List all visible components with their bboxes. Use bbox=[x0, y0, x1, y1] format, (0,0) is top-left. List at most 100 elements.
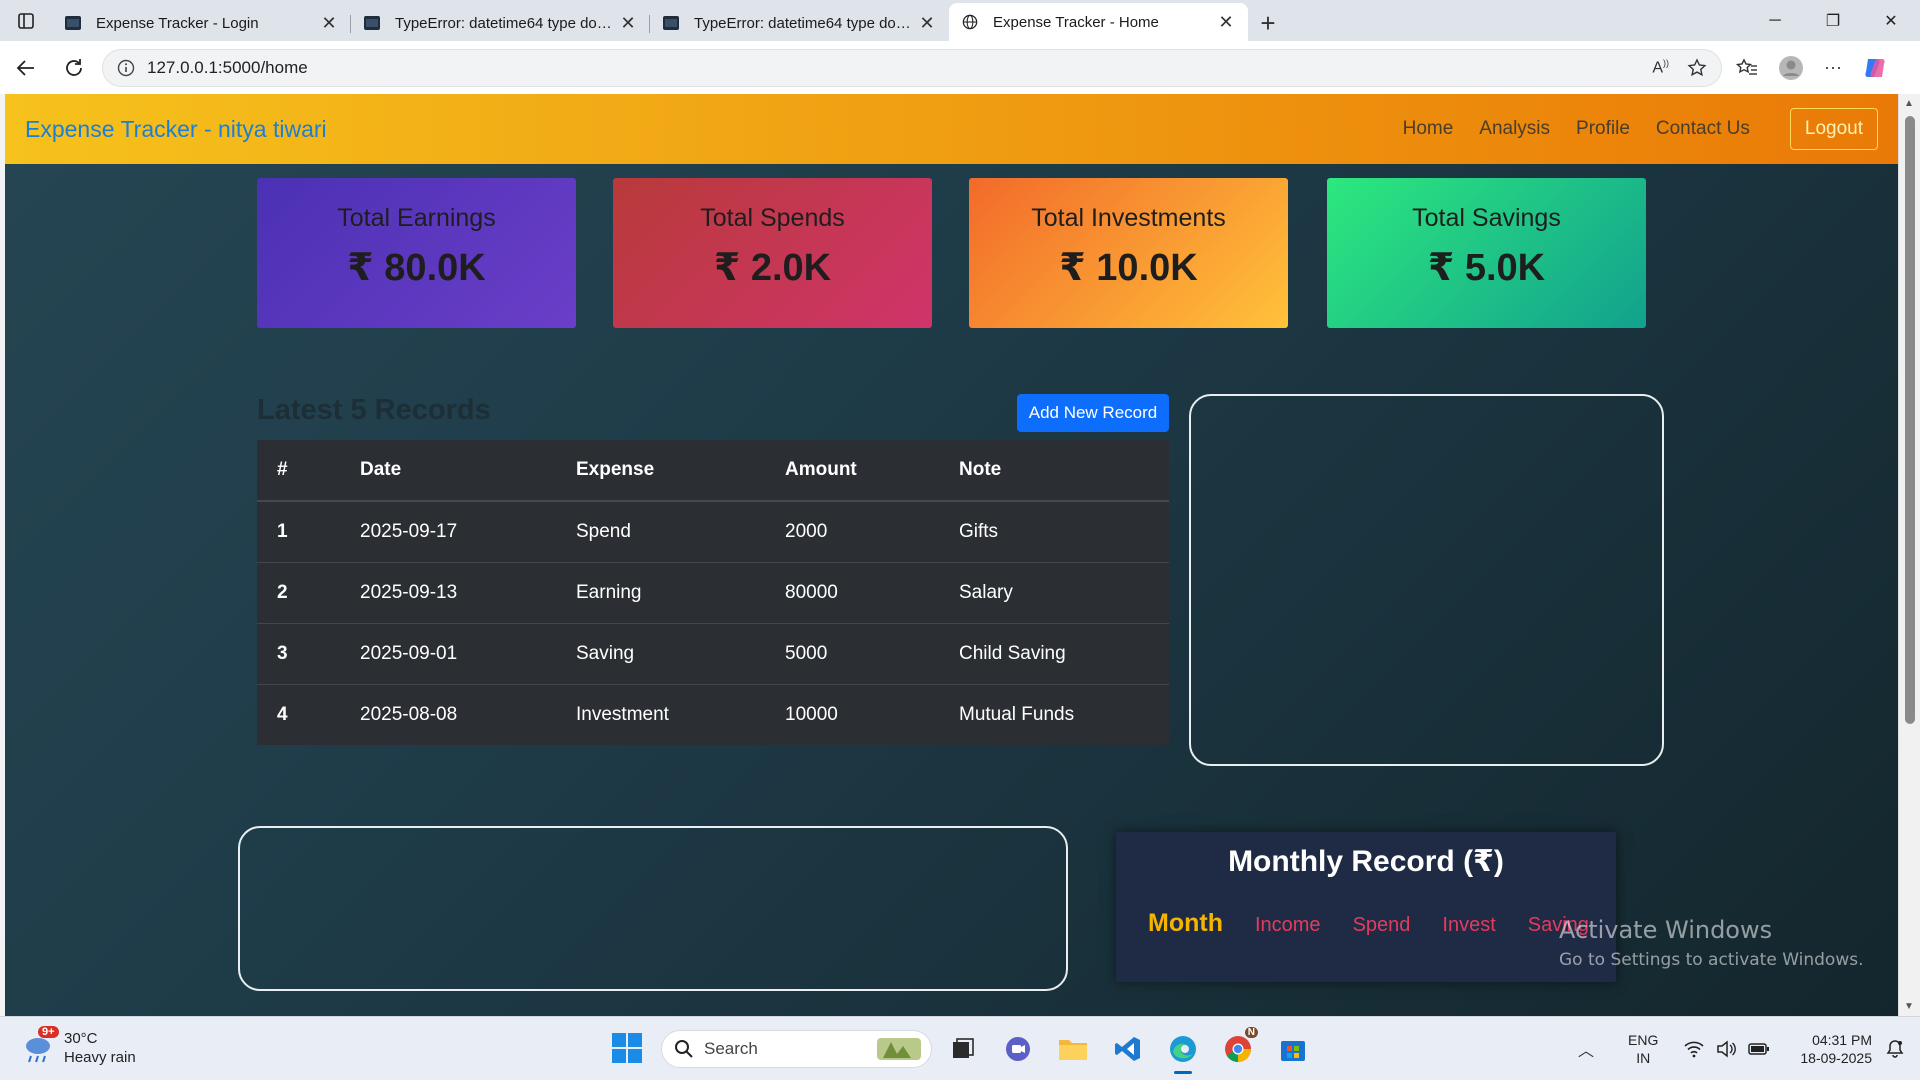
table-cell: 2025-09-01 bbox=[340, 622, 556, 684]
region-code: IN bbox=[1636, 1050, 1651, 1066]
file-explorer-app[interactable] bbox=[1055, 1031, 1091, 1067]
reload-button[interactable] bbox=[52, 48, 96, 88]
copilot-icon[interactable] bbox=[1862, 55, 1888, 81]
weather-widget[interactable]: 9+ 30°C Heavy rain bbox=[20, 1026, 136, 1067]
nav-link-analysis[interactable]: Analysis bbox=[1479, 118, 1550, 140]
card-value: ₹ 2.0K bbox=[713, 247, 832, 289]
restore-button[interactable]: ❐ bbox=[1804, 0, 1862, 41]
tab-actions-button[interactable] bbox=[0, 0, 52, 41]
tab-actions-icon bbox=[18, 12, 34, 29]
chart-placeholder-panel-wide bbox=[238, 826, 1068, 991]
start-button[interactable] bbox=[612, 1033, 642, 1068]
weather-description: Heavy rain bbox=[64, 1049, 136, 1066]
nav-link-profile[interactable]: Profile bbox=[1576, 118, 1630, 140]
monthly-record-header: Month Income Spend Invest Saving bbox=[1116, 909, 1616, 938]
reload-icon bbox=[66, 58, 82, 76]
scroll-up-icon[interactable]: ▲ bbox=[1904, 98, 1914, 109]
card-title: Total Earnings bbox=[337, 204, 496, 232]
scrollbar-thumb[interactable] bbox=[1905, 116, 1915, 724]
close-window-button[interactable]: ✕ bbox=[1862, 0, 1920, 41]
nav-link-contact[interactable]: Contact Us bbox=[1656, 118, 1750, 140]
table-cell: 1 bbox=[257, 500, 340, 562]
close-tab-icon[interactable]: ✕ bbox=[317, 11, 341, 35]
column-header: # bbox=[257, 440, 340, 502]
browser-tab-2[interactable]: TypeError: datetime64 type does n ✕ bbox=[351, 5, 650, 41]
table-row: 2 2025-09-13 Earning 80000 Salary bbox=[257, 561, 1169, 623]
card-value: ₹ 10.0K bbox=[1059, 247, 1198, 289]
edge-app[interactable] bbox=[1165, 1031, 1201, 1074]
close-tab-icon[interactable]: ✕ bbox=[616, 11, 640, 35]
column-header: Amount bbox=[765, 440, 939, 502]
close-tab-icon[interactable]: ✕ bbox=[1214, 10, 1238, 34]
column-header: Date bbox=[340, 440, 556, 502]
table-cell: Investment bbox=[556, 683, 765, 745]
favorites-icon[interactable] bbox=[1736, 57, 1758, 79]
vscode-app[interactable] bbox=[1110, 1031, 1146, 1067]
total-spends-card: Total Spends ₹ 2.0K bbox=[613, 178, 932, 328]
taskbar-clock[interactable]: 04:31 PM 18-09-2025 bbox=[1800, 1031, 1872, 1067]
table-cell: 2025-09-13 bbox=[340, 561, 556, 623]
browser-toolbar: 127.0.0.1:5000/home A)) ··· bbox=[0, 41, 1920, 94]
total-earnings-card: Total Earnings ₹ 80.0K bbox=[257, 178, 576, 328]
monthly-record-title: Monthly Record (₹) bbox=[1228, 845, 1504, 878]
profile-avatar-icon[interactable] bbox=[1778, 55, 1804, 81]
favorite-star-icon[interactable] bbox=[1687, 57, 1707, 78]
language-indicator[interactable]: ENG IN bbox=[1628, 1031, 1658, 1067]
brand-title[interactable]: Expense Tracker - nitya tiwari bbox=[25, 116, 327, 143]
add-new-record-button[interactable]: Add New Record bbox=[1017, 394, 1169, 432]
nav-links: Home Analysis Profile Contact Us Logout bbox=[1403, 108, 1878, 150]
tab-title: TypeError: datetime64 type does n bbox=[395, 14, 616, 32]
card-title: Total Investments bbox=[1031, 204, 1226, 232]
store-app[interactable] bbox=[1275, 1031, 1311, 1067]
table-row: 1 2025-09-17 Spend 2000 Gifts bbox=[257, 500, 1169, 562]
teams-app[interactable] bbox=[1000, 1031, 1036, 1067]
table-cell: 2025-08-08 bbox=[340, 683, 556, 745]
task-view-app[interactable] bbox=[945, 1031, 981, 1067]
search-highlight-icon bbox=[877, 1038, 921, 1060]
folder-icon bbox=[1059, 1040, 1087, 1060]
notification-bell-icon[interactable] bbox=[1886, 1039, 1904, 1059]
back-button[interactable] bbox=[4, 48, 48, 88]
site-info-icon[interactable] bbox=[117, 59, 135, 77]
tray-status-icons[interactable] bbox=[1684, 1040, 1770, 1058]
close-tab-icon[interactable]: ✕ bbox=[915, 11, 939, 35]
tab-title: Expense Tracker - Home bbox=[993, 13, 1159, 31]
read-aloud-icon[interactable]: A)) bbox=[1652, 58, 1669, 77]
table-header-row: # Date Expense Amount Note bbox=[257, 440, 1169, 502]
back-arrow-icon bbox=[16, 59, 34, 76]
table-row: 4 2025-08-08 Investment 10000 Mutual Fun… bbox=[257, 683, 1169, 745]
store-icon bbox=[1281, 1041, 1305, 1061]
chrome-icon bbox=[1225, 1036, 1251, 1063]
meet-icon bbox=[1006, 1037, 1030, 1061]
clock-date: 18-09-2025 bbox=[1800, 1050, 1872, 1066]
chart-placeholder-panel bbox=[1189, 394, 1664, 766]
browser-tab-1[interactable]: Expense Tracker - Login ✕ bbox=[52, 5, 351, 41]
card-title: Total Spends bbox=[700, 204, 845, 232]
scroll-down-icon[interactable]: ▼ bbox=[1904, 1001, 1914, 1012]
watermark-line-1: Activate Windows bbox=[1559, 916, 1773, 944]
table-cell: Saving bbox=[556, 622, 765, 684]
minimize-button[interactable]: ─ bbox=[1746, 0, 1804, 41]
search-icon bbox=[675, 1040, 693, 1058]
chevron-up-icon[interactable]: ︿ bbox=[1578, 1037, 1594, 1061]
chrome-app[interactable]: N bbox=[1220, 1027, 1258, 1067]
browser-tab-3[interactable]: TypeError: datetime64 type does n ✕ bbox=[650, 5, 949, 41]
battery-icon bbox=[1748, 1043, 1770, 1055]
edge-icon bbox=[1170, 1036, 1196, 1062]
table-cell: 2 bbox=[257, 561, 340, 623]
logout-button[interactable]: Logout bbox=[1789, 108, 1878, 150]
table-row: 3 2025-09-01 Saving 5000 Child Saving bbox=[257, 622, 1169, 684]
nav-link-home[interactable]: Home bbox=[1403, 118, 1454, 140]
more-menu-icon[interactable]: ··· bbox=[1824, 57, 1842, 78]
browser-tab-4-active[interactable]: Expense Tracker - Home ✕ bbox=[949, 3, 1248, 41]
url-text[interactable]: 127.0.0.1:5000/home bbox=[147, 58, 1634, 78]
new-tab-button[interactable]: + bbox=[1248, 5, 1288, 41]
page-scrollbar[interactable]: ▲ ▼ bbox=[1898, 94, 1920, 1016]
records-table: # Date Expense Amount Note 1 2025-09-17 … bbox=[257, 440, 1169, 745]
taskbar-search[interactable]: Search bbox=[661, 1030, 932, 1068]
column-header: Expense bbox=[556, 440, 765, 502]
table-cell: Mutual Funds bbox=[939, 683, 1169, 745]
column-header: Note bbox=[939, 440, 1169, 502]
browser-tab-strip: Expense Tracker - Login ✕ TypeError: dat… bbox=[0, 0, 1920, 41]
address-bar[interactable]: 127.0.0.1:5000/home A)) bbox=[102, 48, 1722, 87]
